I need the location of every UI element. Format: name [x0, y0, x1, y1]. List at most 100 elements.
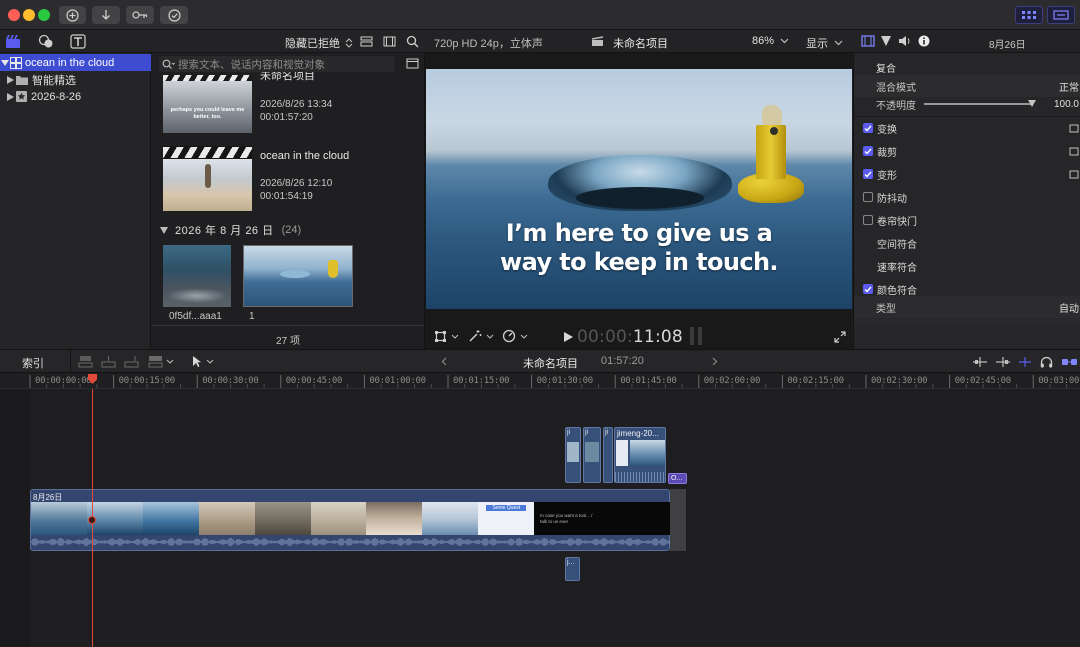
append-icon	[124, 356, 139, 368]
onscreen-control-icon[interactable]	[1069, 147, 1079, 156]
browser-options-button[interactable]	[406, 58, 419, 69]
inspector-section-row[interactable]: 裁剪	[854, 140, 1080, 162]
chevron-right-icon	[712, 357, 718, 366]
connected-clip[interactable]: ji	[565, 427, 581, 483]
ruler-label: 00:02:15:00	[787, 376, 844, 386]
inspector-section-row[interactable]: 空间符合	[854, 232, 1080, 254]
color-conform-type-row[interactable]: 类型 自动	[854, 296, 1080, 318]
append-clip-button[interactable]	[124, 355, 139, 368]
connected-audio-clip[interactable]: j...	[565, 557, 580, 581]
checkmark-circle-icon	[167, 8, 181, 22]
connected-clip[interactable]: ji	[603, 427, 613, 483]
sidebar-item-label: 智能精选	[32, 74, 76, 87]
minimize-window-button[interactable]	[23, 9, 35, 21]
clip-thumbnail[interactable]	[163, 146, 252, 211]
opacity-slider[interactable]	[924, 103, 1032, 105]
tool-popup[interactable]	[192, 355, 214, 368]
clip-appearance-button[interactable]	[1061, 357, 1078, 367]
connect-clip-button[interactable]	[78, 355, 93, 368]
sidebar-item-library[interactable]: ocean in the cloud	[0, 54, 151, 71]
section-checkbox[interactable]	[863, 215, 873, 225]
add-media-button[interactable]	[59, 6, 86, 24]
solo-button[interactable]	[1018, 356, 1032, 368]
audio-inspector-tab[interactable]	[898, 35, 912, 47]
disclosure-open-icon[interactable]	[1, 59, 9, 67]
section-checkbox[interactable]	[863, 192, 873, 202]
grid-clip-thumbnail[interactable]	[163, 245, 231, 307]
onscreen-control-icon[interactable]	[1069, 124, 1079, 133]
titles-generators-button[interactable]	[70, 34, 86, 49]
section-checkbox[interactable]	[863, 169, 873, 179]
disclosure-closed-icon[interactable]	[7, 75, 14, 84]
timeline-forward-button[interactable]	[712, 357, 718, 366]
sidebar-item-smart-collections[interactable]: 智能精选	[0, 71, 151, 88]
section-checkbox[interactable]	[863, 146, 873, 156]
background-tasks-button[interactable]	[160, 6, 188, 24]
zoom-window-button[interactable]	[38, 9, 50, 21]
browser-search-button[interactable]	[406, 35, 419, 48]
media-library-button[interactable]	[5, 34, 21, 49]
retime-popup[interactable]	[502, 329, 528, 343]
section-label: 颜色符合	[877, 285, 917, 297]
display-popup[interactable]: 显示	[806, 35, 843, 51]
section-checkbox[interactable]	[863, 123, 873, 133]
inspector-section-row[interactable]: 速率符合	[854, 255, 1080, 277]
transform-popup[interactable]	[434, 330, 459, 343]
headphones-button[interactable]	[1040, 356, 1053, 368]
clip-appearance-button[interactable]	[360, 36, 373, 47]
grid-clip-thumbnail[interactable]	[243, 245, 353, 307]
updown-chevron-icon	[345, 38, 353, 48]
fullscreen-button[interactable]	[834, 331, 846, 343]
layout-grid-button[interactable]	[1015, 6, 1043, 24]
section-checkbox[interactable]	[863, 284, 873, 294]
blend-mode-value[interactable]: 正常	[1059, 79, 1079, 94]
keyword-button[interactable]	[126, 6, 154, 24]
filmstrip-frame: In case you want a tool... / talk to us …	[534, 502, 670, 535]
opacity-value[interactable]: 100.0	[1054, 99, 1079, 110]
section-label: 裁剪	[877, 147, 897, 159]
filmstrip-view-button[interactable]	[383, 36, 396, 47]
connected-clip[interactable]: ji	[583, 427, 601, 483]
sidebar-item-event[interactable]: 2026-8-26	[0, 88, 151, 105]
video-frame[interactable]: I’m here to give us a way to keep in tou…	[426, 69, 852, 309]
inspector-section-row[interactable]: 卷帘快门	[854, 209, 1080, 231]
timeline-project-duration: 01:57:20	[601, 355, 644, 367]
photos-audio-button[interactable]	[38, 34, 54, 49]
color-inspector-tab[interactable]	[880, 35, 892, 47]
connect-icon	[78, 356, 93, 368]
zoom-popup[interactable]: 86%	[752, 35, 789, 47]
connected-title-clip[interactable]: O...	[668, 473, 687, 484]
inspector-section-row[interactable]: 变换	[854, 117, 1080, 139]
opacity-slider-knob[interactable]	[1028, 100, 1036, 108]
grid-clip-label: 1	[249, 311, 255, 322]
play-button[interactable]	[564, 332, 573, 342]
connected-clip[interactable]: jimeng-20...	[614, 427, 666, 483]
onscreen-control-icon[interactable]	[1069, 170, 1079, 179]
filter-popup[interactable]: 隐藏已拒绝	[285, 35, 353, 51]
index-button[interactable]: 索引	[22, 355, 44, 371]
video-inspector-tab[interactable]	[861, 35, 875, 47]
layout-timeline-button[interactable]	[1047, 6, 1075, 24]
timecode-display[interactable]: 00:00: 11:08	[577, 327, 683, 347]
section-label: 空间符合	[877, 239, 917, 251]
project-thumbnail[interactable]: perhaps you could leave me better, too.	[163, 75, 252, 133]
audio-skimming-button[interactable]	[995, 356, 1011, 368]
timeline-ruler[interactable]: 00:00:00:00 00:00:15:00 00:00:30:00 00:00:4…	[0, 373, 1080, 389]
timeline-back-button[interactable]	[441, 357, 447, 366]
search-field[interactable]: 搜索文本、说话内容和视觉对象	[159, 56, 395, 72]
import-button[interactable]	[92, 6, 120, 24]
inspector-section-row[interactable]: 防抖动	[854, 186, 1080, 208]
grid-icon	[1022, 11, 1036, 19]
inspector-section-row[interactable]: 变形	[854, 163, 1080, 185]
disclosure-closed-icon[interactable]	[7, 92, 14, 101]
info-inspector-tab[interactable]	[918, 35, 930, 47]
close-window-button[interactable]	[8, 9, 20, 21]
playhead-marker	[88, 516, 96, 524]
overwrite-popup[interactable]	[148, 355, 174, 368]
skimming-button[interactable]	[972, 356, 988, 368]
event-group-header[interactable]: 2026 年 8 月 26 日 (24)	[160, 222, 301, 238]
timecode-prefix: 00:00:	[577, 327, 633, 347]
enhance-popup[interactable]	[468, 329, 494, 343]
insert-clip-button[interactable]	[101, 355, 116, 368]
type-value[interactable]: 自动	[1059, 300, 1079, 315]
